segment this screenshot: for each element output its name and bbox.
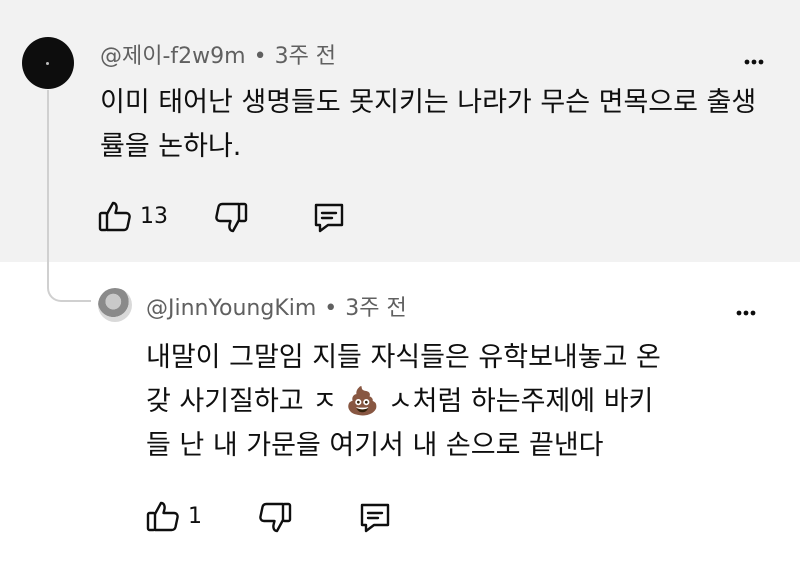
reply-meta: @JinnYoungKim • 3주 전 (146, 290, 407, 322)
reply-button[interactable] (312, 201, 346, 233)
like-count: 13 (140, 203, 168, 229)
reply-button[interactable] (358, 501, 392, 533)
commenter-avatar[interactable] (22, 37, 74, 89)
comment-text: 이미 태어난 생명들도 못지키는 나라가 무슨 면목으로 출생률을 논하나. (100, 87, 757, 162)
reply-text-line: 내말이 그말임 지들 자식들은 유학보내놓고 온 (146, 342, 661, 373)
more-vertical-icon[interactable] (736, 303, 756, 323)
reply-text-line: 들 난 내 가문을 여기서 내 손으로 끝낸다 (146, 430, 604, 461)
reply-text: 내말이 그말임 지들 자식들은 유학보내놓고 온 갖 사기질하고 ㅈ 💩 ㅅ처럼… (146, 336, 756, 468)
reply-comment-icon (314, 203, 344, 233)
thumbs-down-icon (259, 502, 292, 533)
comment-meta: @제이-f2w9m • 3주 전 (100, 38, 336, 70)
more-vertical-icon[interactable] (744, 52, 764, 72)
dislike-button[interactable] (214, 202, 248, 234)
like-count: 1 (188, 503, 202, 529)
meta-separator: • (324, 296, 338, 321)
comment-time[interactable]: 3주 전 (275, 44, 336, 69)
like-button[interactable]: 1 (146, 500, 202, 532)
dislike-button[interactable] (258, 502, 292, 534)
replier-avatar[interactable] (98, 288, 132, 322)
thumbs-down-icon (215, 202, 248, 233)
reply-text-line: 갖 사기질하고 ㅈ 💩 ㅅ처럼 하는주제에 바키 (146, 386, 654, 417)
thumbs-up-icon (146, 501, 179, 532)
reply-time[interactable]: 3주 전 (345, 296, 406, 321)
thumbs-up-icon (98, 201, 131, 232)
like-button[interactable]: 13 (98, 200, 168, 232)
thread-connector-line (47, 90, 91, 302)
comment-author[interactable]: @제이-f2w9m (100, 44, 246, 69)
reply-comment-icon (360, 503, 390, 533)
meta-separator: • (253, 44, 267, 69)
reply-author[interactable]: @JinnYoungKim (146, 296, 316, 321)
